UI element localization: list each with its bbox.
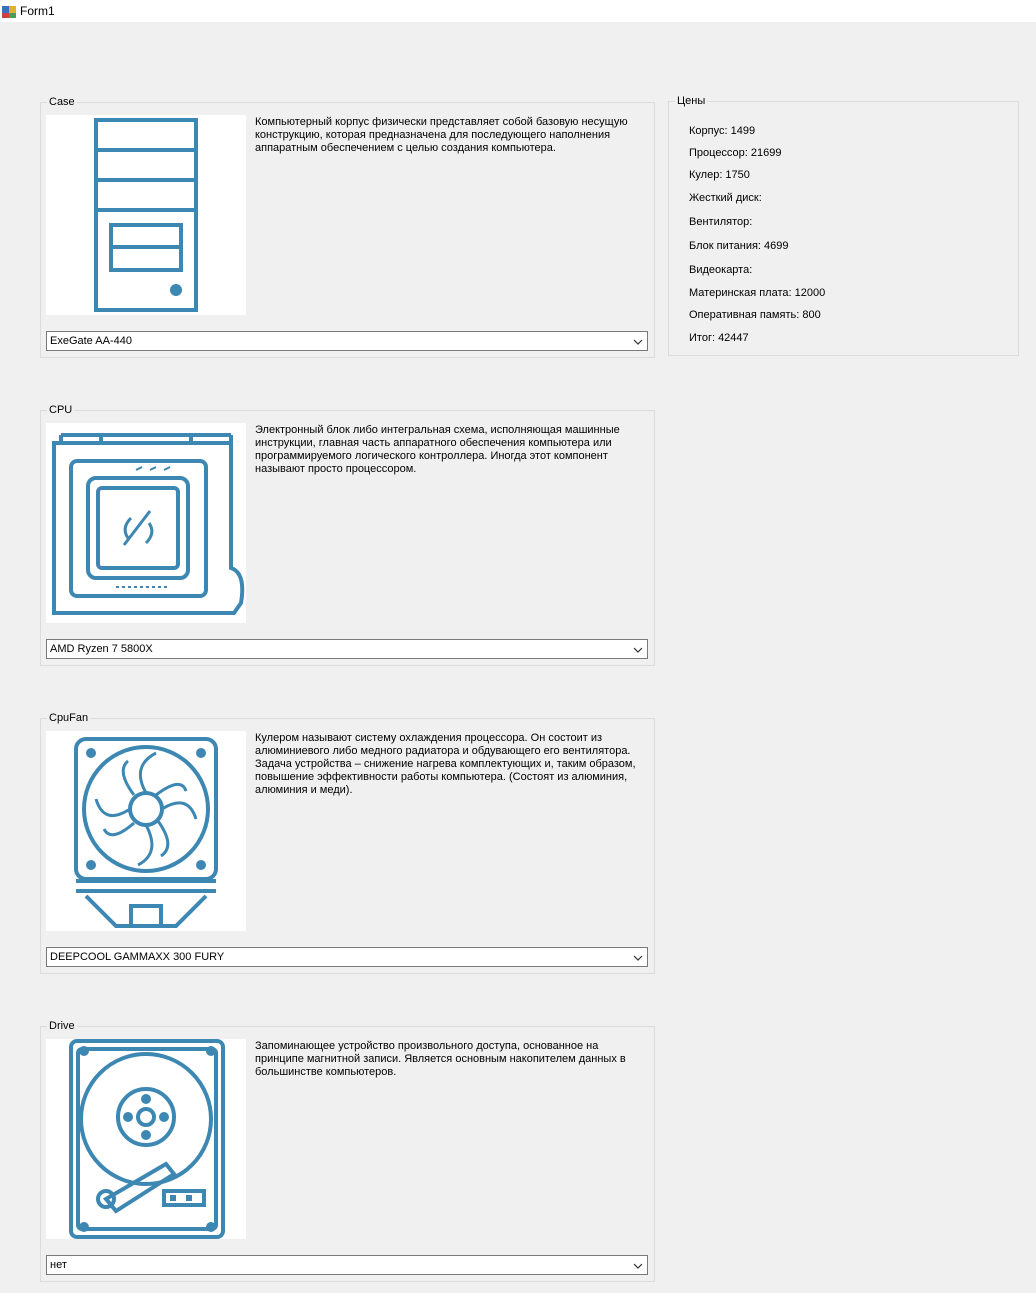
pc-case-icon [94,118,198,312]
price-total: Итог: 42447 [689,332,749,344]
app-icon [2,6,16,18]
case-description: Компьютерный корпус физически представля… [255,116,628,154]
drive-group: Drive Запоминающее устройство произвольн… [40,1020,655,1282]
cpufan-combobox[interactable]: DEEPCOOL GAMMAXX 300 FURY [46,947,648,967]
cpufan-selected-value: DEEPCOOL GAMMAXX 300 FURY [50,951,225,963]
window-title: Form1 [20,4,55,18]
price-gpu: Видеокарта: [689,264,753,276]
case-picture [46,115,246,315]
price-motherboard: Материнская плата: 12000 [689,287,826,299]
title-bar: Form1 [0,0,1036,22]
cpu-group-label: CPU [47,404,75,416]
prices-group: Цены Корпус: 1499 Процессор: 21699 Кулер… [668,95,1019,356]
case-group-label: Case [47,96,77,108]
case-combobox[interactable]: ExeGate AA-440 [46,331,648,351]
cpu-description: Электронный блок либо интегральная схема… [255,424,620,475]
cpu-fan-icon [74,737,218,928]
cpufan-group: CpuFan Кулером называют систему охлажден… [40,712,655,974]
chevron-down-icon [633,647,643,653]
cpu-combobox[interactable]: AMD Ryzen 7 5800X [46,639,648,659]
cpu-picture [46,423,246,623]
hard-drive-icon [69,1039,225,1239]
drive-group-label: Drive [47,1020,77,1032]
price-cpu: Процессор: 21699 [689,147,782,159]
price-hdd: Жесткий диск: [689,192,762,204]
chevron-down-icon [633,339,643,345]
drive-combobox[interactable]: нет [46,1255,648,1275]
chevron-down-icon [633,1263,643,1269]
cpu-icon [52,433,245,615]
case-group: Case Компьютерный корпус физически предс… [40,96,655,358]
price-case: Корпус: 1499 [689,125,756,137]
cpufan-description: Кулером называют систему охлаждения проц… [255,732,636,796]
drive-description: Запоминающее устройство произвольного до… [255,1040,626,1078]
cpu-group: CPU Электронный блок либо интегральная с… [40,404,655,666]
cpufan-picture [46,731,246,931]
prices-group-label: Цены [675,95,708,107]
chevron-down-icon [633,955,643,961]
price-cooler: Кулер: 1750 [689,169,750,181]
price-ram: Оперативная память: 800 [689,309,821,321]
cpu-selected-value: AMD Ryzen 7 5800X [50,643,153,655]
price-fan: Вентилятор: [689,216,753,228]
drive-selected-value: нет [50,1259,67,1271]
case-selected-value: ExeGate AA-440 [50,335,132,347]
cpufan-group-label: CpuFan [47,712,91,724]
drive-picture [46,1039,246,1239]
price-psu: Блок питания: 4699 [689,240,789,252]
